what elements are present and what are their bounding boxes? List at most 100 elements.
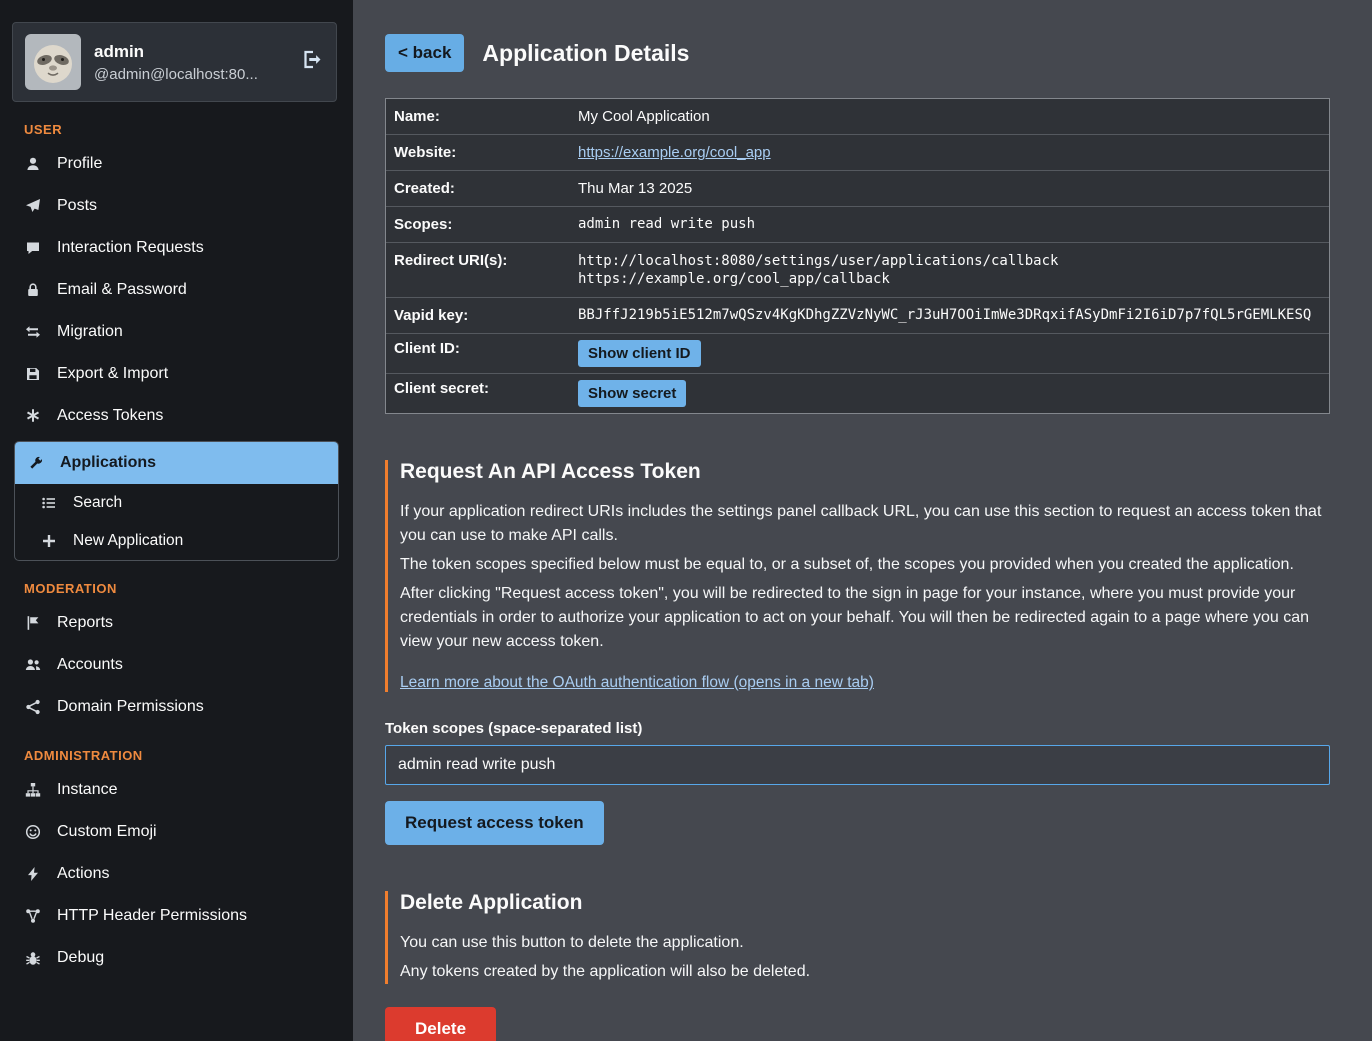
sidebar-item-applications[interactable]: Applications <box>15 442 338 484</box>
user-handle: @admin@localhost:80... <box>94 66 258 83</box>
token-section-paragraph: If your application redirect URIs includ… <box>400 500 1330 548</box>
flag-icon <box>24 615 42 631</box>
back-button[interactable]: < back <box>385 34 464 72</box>
sidebar-section-header: ADMINISTRATION <box>24 748 353 763</box>
sitemap-icon <box>24 782 42 798</box>
details-row: Client ID: Show client ID <box>386 334 1329 374</box>
sidebar-item-actions[interactable]: Actions <box>0 853 353 895</box>
sidebar-item-label: Applications <box>60 454 156 472</box>
details-row-label: Vapid key: <box>386 298 570 333</box>
sidebar-item-instance[interactable]: Instance <box>0 769 353 811</box>
page-header: < back Application Details <box>385 34 1330 72</box>
main-content: < back Application Details Name:My Cool … <box>353 0 1372 1041</box>
sidebar-item-profile[interactable]: Profile <box>0 143 353 185</box>
request-access-token-button[interactable]: Request access token <box>385 801 604 845</box>
token-section-paragraph: After clicking "Request access token", y… <box>400 582 1330 654</box>
sidebar-item-custom-emoji[interactable]: Custom Emoji <box>0 811 353 853</box>
sidebar-item-http-header-permissions[interactable]: HTTP Header Permissions <box>0 895 353 937</box>
sidebar-item-label: Posts <box>57 197 97 215</box>
sidebar-item-label: Migration <box>57 323 123 341</box>
show-client-id-button[interactable]: Show client ID <box>578 340 701 367</box>
token-section-paragraphs: If your application redirect URIs includ… <box>400 500 1330 654</box>
details-row-label: Name: <box>386 99 570 134</box>
sidebar-item-debug[interactable]: Debug <box>0 937 353 979</box>
details-row-value: BBJffJ219b5iE512m7wQSzv4KgKDhgZZVzNyWC_r… <box>570 298 1329 333</box>
sidebar-section-header: USER <box>24 122 353 137</box>
sidebar-item-migration[interactable]: Migration <box>0 311 353 353</box>
delete-section-lines: You can use this button to delete the ap… <box>400 931 1330 984</box>
sidebar-item-label: Custom Emoji <box>57 823 157 841</box>
sidebar-item-label: Export & Import <box>57 365 168 383</box>
avatar <box>25 34 81 90</box>
floppy-disk-icon <box>24 366 42 382</box>
delete-section-title: Delete Application <box>400 891 1330 915</box>
details-table: Name:My Cool ApplicationWebsite: https://… <box>385 98 1330 414</box>
sidebar-item-accounts[interactable]: Accounts <box>0 644 353 686</box>
sidebar-item-label: Profile <box>57 155 102 173</box>
sidebar: admin @admin@localhost:80... USER Profile… <box>0 0 353 1041</box>
details-row-label: Client ID: <box>386 334 570 373</box>
redirect-uri: https://example.org/cool_app/callback <box>578 270 1321 288</box>
user-icon <box>24 156 42 172</box>
sidebar-item-access-tokens[interactable]: Access Tokens <box>0 395 353 437</box>
sidebar-item-reports[interactable]: Reports <box>0 602 353 644</box>
comment-icon <box>24 240 42 256</box>
details-row-label: Scopes: <box>386 207 570 242</box>
user-meta: admin @admin@localhost:80... <box>94 42 258 83</box>
bolt-icon <box>24 866 42 882</box>
network-nodes-icon <box>24 908 42 924</box>
sidebar-item-domain-permissions[interactable]: Domain Permissions <box>0 686 353 728</box>
sidebar-subitem-search[interactable]: Search <box>15 484 338 522</box>
oauth-docs-link[interactable]: Learn more about the OAuth authenticatio… <box>400 674 874 691</box>
asterisk-icon <box>24 408 42 424</box>
paper-plane-icon <box>24 198 42 214</box>
sidebar-item-posts[interactable]: Posts <box>0 185 353 227</box>
details-row-label: Website: <box>386 135 570 170</box>
sidebar-item-label: Email & Password <box>57 281 187 299</box>
website-link[interactable]: https://example.org/cool_app <box>578 144 771 161</box>
details-row: Scopes:admin read write push <box>386 207 1329 243</box>
delete-application-button[interactable]: Delete <box>385 1007 496 1041</box>
details-row: Vapid key:BBJffJ219b5iE512m7wQSzv4KgKDhg… <box>386 298 1329 334</box>
token-scopes-input[interactable] <box>385 745 1330 785</box>
plus-icon <box>40 533 58 549</box>
details-row: Created:Thu Mar 13 2025 <box>386 171 1329 207</box>
details-row-label: Client secret: <box>386 374 570 413</box>
user-card[interactable]: admin @admin@localhost:80... <box>12 22 337 102</box>
sidebar-group-applications: Applications Search New Application <box>14 441 339 561</box>
sidebar-subitem-new-application[interactable]: New Application <box>15 522 338 560</box>
user-name: admin <box>94 42 258 62</box>
sidebar-item-email-password[interactable]: Email & Password <box>0 269 353 311</box>
sidebar-subitem-label: Search <box>73 494 122 512</box>
sidebar-item-label: Interaction Requests <box>57 239 204 257</box>
token-scopes-label: Token scopes (space-separated list) <box>385 720 1330 737</box>
token-section-title: Request An API Access Token <box>400 460 1330 484</box>
sidebar-item-label: Instance <box>57 781 117 799</box>
transfer-arrows-icon <box>24 324 42 340</box>
sidebar-item-label: Domain Permissions <box>57 698 204 716</box>
details-row: Name:My Cool Application <box>386 99 1329 135</box>
token-section: Request An API Access Token If your appl… <box>385 460 1330 692</box>
details-row-value: Show secret <box>570 374 1329 413</box>
token-section-paragraph: The token scopes specified below must be… <box>400 553 1330 577</box>
smiley-icon <box>24 824 42 840</box>
sidebar-item-interaction-requests[interactable]: Interaction Requests <box>0 227 353 269</box>
sidebar-section-header: MODERATION <box>24 581 353 596</box>
tools-icon <box>27 455 45 471</box>
details-row-label: Created: <box>386 171 570 206</box>
sidebar-item-label: Debug <box>57 949 104 967</box>
show-secret-button[interactable]: Show secret <box>578 380 686 407</box>
details-row-value: admin read write push <box>570 207 1329 242</box>
sidebar-item-export-import[interactable]: Export & Import <box>0 353 353 395</box>
sidebar-nav: USER Profile Posts Interaction Requests Emai… <box>0 122 353 979</box>
details-row: Client secret: Show secret <box>386 374 1329 413</box>
list-icon <box>40 495 58 511</box>
sidebar-item-label: Accounts <box>57 656 123 674</box>
users-icon <box>24 657 42 673</box>
details-row-value: https://example.org/cool_app <box>570 135 1329 170</box>
sidebar-item-label: Actions <box>57 865 109 883</box>
lock-icon <box>24 282 42 298</box>
details-row-value: http://localhost:8080/settings/user/appl… <box>570 243 1329 297</box>
details-row-label: Redirect URI(s): <box>386 243 570 297</box>
logout-icon[interactable] <box>303 50 323 75</box>
